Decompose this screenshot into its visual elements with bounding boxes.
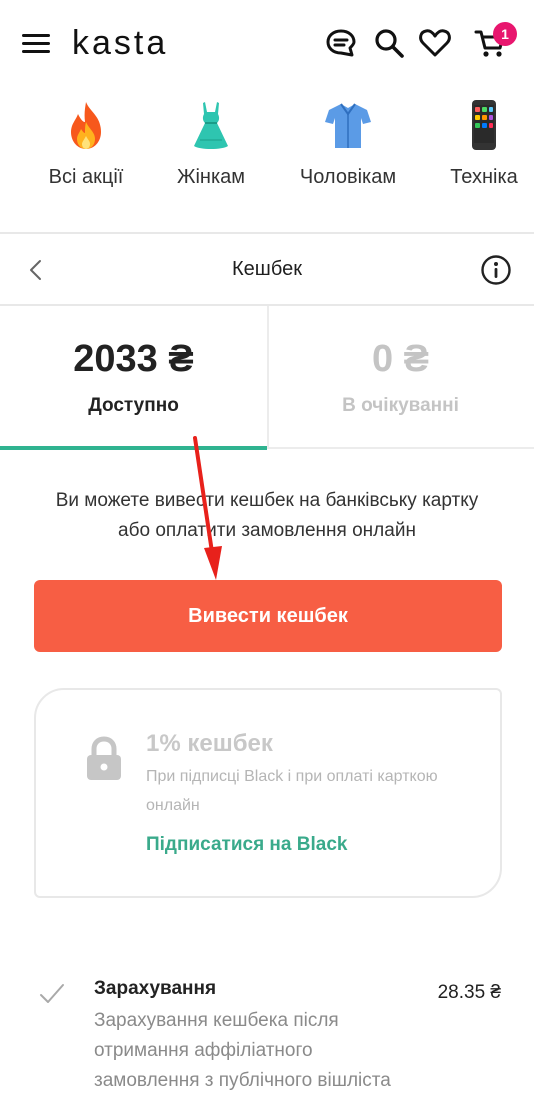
category-label: Всі акції: [48, 166, 124, 188]
available-amount: 2033 ₴: [73, 338, 194, 380]
black-cashback-card: 1% кешбек При підписці Black і при оплат…: [34, 688, 502, 898]
subscribe-black-link[interactable]: Підписатися на Black: [146, 834, 347, 856]
promo-title: 1% кешбек: [146, 730, 273, 757]
cashback-description: Ви можете вивести кешбек на банківську к…: [55, 490, 479, 541]
divider: [0, 232, 534, 234]
category-label: Техніка: [450, 166, 518, 188]
transaction-amount: 28.35 ₴: [437, 982, 501, 1003]
menu-icon[interactable]: [22, 34, 50, 54]
info-icon[interactable]: [480, 254, 512, 286]
category-label: Чоловікам: [299, 166, 397, 188]
pending-amount: 0 ₴: [371, 338, 430, 380]
transaction-title: Зарахування: [94, 978, 217, 999]
promo-subtitle: При підписці Black і при оплаті карткою …: [146, 768, 438, 814]
pending-caption: В очікуванні: [342, 395, 459, 416]
tab-pending[interactable]: 0 ₴ В очікуванні: [267, 306, 534, 448]
phone-icon: [472, 100, 496, 150]
transaction-description: Зарахування кешбека після отримання аффі…: [94, 1010, 391, 1091]
fire-icon: [71, 102, 101, 149]
top-bar: kasta 1: [0, 0, 534, 86]
search-icon[interactable]: [372, 26, 406, 60]
transaction-item[interactable]: Зарахування Зарахування кешбека після от…: [0, 970, 534, 1106]
check-icon: [40, 984, 64, 1003]
page-header: Кешбек: [0, 236, 534, 304]
tab-baseline: [267, 447, 534, 449]
cashback-tabs: 2033 ₴ Доступно 0 ₴ В очікуванні: [0, 306, 534, 450]
page-title: Кешбек: [232, 258, 302, 280]
category-men[interactable]: Чоловікам: [294, 96, 402, 189]
heart-icon[interactable]: [418, 26, 452, 60]
category-electronics[interactable]: Техніка: [444, 96, 524, 189]
category-women[interactable]: Жінкам: [168, 96, 254, 189]
dress-icon: [194, 102, 228, 149]
kasta-logo[interactable]: kasta: [72, 24, 168, 63]
category-label: Жінкам: [176, 166, 246, 188]
lock-icon: [87, 736, 121, 780]
category-sales[interactable]: Всі акції: [42, 96, 130, 189]
chat-icon[interactable]: [324, 26, 358, 60]
active-tab-indicator: [0, 446, 267, 450]
category-strip: Всі акції Жінкам Чоловікам Техніка: [0, 96, 534, 206]
withdraw-cashback-button[interactable]: Вивести кешбек: [34, 580, 502, 652]
shirt-icon: [325, 103, 371, 148]
cart-count-badge: 1: [493, 22, 517, 46]
tab-available[interactable]: 2033 ₴ Доступно: [0, 306, 267, 448]
available-caption: Доступно: [88, 395, 179, 416]
